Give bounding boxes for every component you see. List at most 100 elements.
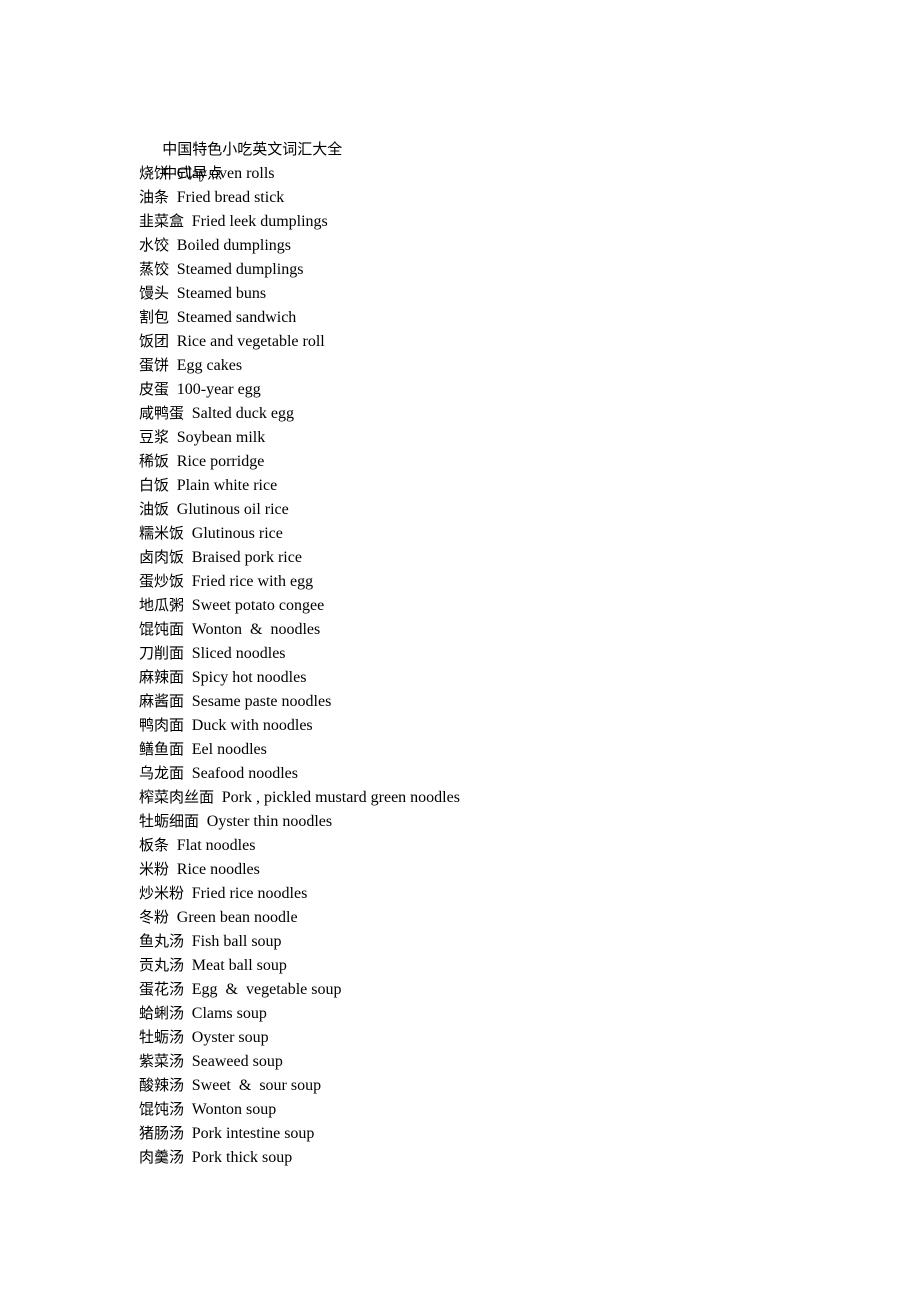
entry-term-chinese: 水饺 [139,236,170,254]
entry-separator [184,933,192,950]
entry-separator [169,357,177,374]
entry-term-chinese: 馄饨面 [139,620,185,638]
glossary-entry: 馄饨面 Wonton & noodles [139,617,920,641]
entry-term-chinese: 蛋炒饭 [139,572,185,590]
entry-separator [184,1053,192,1070]
entry-separator [169,285,177,302]
entry-separator [184,597,192,614]
glossary-entry: 割包 Steamed sandwich [139,305,920,329]
glossary-entry: 麻酱面 Sesame paste noodles [139,689,920,713]
entry-separator [184,741,192,758]
entry-translation-english: Sweet & sour soup [191,1077,322,1094]
entry-translation-english: Oyster soup [191,1029,269,1046]
entry-translation-english: Fried leek dumplings [191,213,328,230]
entry-separator [184,525,192,542]
entry-translation-english: Plain white rice [176,477,278,494]
entry-separator [184,1029,192,1046]
glossary-entry: 白饭 Plain white rice [139,473,920,497]
glossary-entry: 皮蛋 100-year egg [139,377,920,401]
entry-term-chinese: 蒸饺 [139,260,170,278]
glossary-entry: 刀削面 Sliced noodles [139,641,920,665]
entry-separator [184,645,192,662]
glossary-entry: 蛋花汤 Egg & vegetable soup [139,977,920,1001]
entry-term-chinese: 鸭肉面 [139,716,185,734]
entry-separator [184,765,192,782]
entry-term-chinese: 米粉 [139,860,170,878]
glossary-entry: 猪肠汤 Pork intestine soup [139,1121,920,1145]
entry-term-chinese: 割包 [139,308,170,326]
glossary-entry: 水饺 Boiled dumplings [139,233,920,257]
entry-term-chinese: 蛤蜊汤 [139,1004,185,1022]
entry-translation-english: Spicy hot noodles [191,669,307,686]
glossary-entry: 米粉 Rice noodles [139,857,920,881]
glossary-entry: 蛋饼 Egg cakes [139,353,920,377]
entry-translation-english: Pork intestine soup [191,1125,315,1142]
entry-term-chinese: 猪肠汤 [139,1124,185,1142]
entry-separator [184,957,192,974]
glossary-entry: 馒头 Steamed buns [139,281,920,305]
entry-term-chinese: 豆浆 [139,428,170,446]
entry-translation-english: Oyster thin noodles [206,813,333,830]
entry-translation-english: Sliced noodles [191,645,286,662]
entry-term-chinese: 馄饨汤 [139,1100,185,1118]
entry-translation-english: Glutinous oil rice [176,501,289,518]
glossary-entry: 糯米饭 Glutinous rice [139,521,920,545]
entry-term-chinese: 韭菜盒 [139,212,185,230]
entry-term-chinese: 炒米粉 [139,884,185,902]
entry-term-chinese: 饭团 [139,332,170,350]
entry-term-chinese: 地瓜粥 [139,596,185,614]
entry-separator [169,237,177,254]
entry-translation-english: 100-year egg [176,381,261,398]
entry-translation-english: Egg cakes [176,357,243,374]
glossary-entry: 鳝鱼面 Eel noodles [139,737,920,761]
entry-term-chinese: 乌龙面 [139,764,185,782]
entry-term-chinese: 鱼丸汤 [139,932,185,950]
glossary-entry: 馄饨汤 Wonton soup [139,1097,920,1121]
entry-separator [184,405,192,422]
entry-term-chinese: 麻辣面 [139,668,185,686]
glossary-entry: 蛋炒饭 Fried rice with egg [139,569,920,593]
entry-term-chinese: 鳝鱼面 [139,740,185,758]
entry-translation-english: Clay oven rolls [176,165,275,182]
glossary-entry: 鸭肉面 Duck with noodles [139,713,920,737]
entry-translation-english: Rice and vegetable roll [176,333,325,350]
glossary-entry: 榨菜肉丝面 Pork , pickled mustard green noodl… [139,785,920,809]
entry-separator [184,621,192,638]
glossary-entry: 冬粉 Green bean noodle [139,905,920,929]
entry-term-chinese: 麻酱面 [139,692,185,710]
glossary-entry: 鱼丸汤 Fish ball soup [139,929,920,953]
entry-translation-english: Wonton soup [191,1101,277,1118]
entry-separator [184,669,192,686]
entry-term-chinese: 糯米饭 [139,524,185,542]
entry-separator [169,909,177,926]
entry-separator [169,453,177,470]
entry-translation-english: Duck with noodles [191,717,313,734]
entry-translation-english: Green bean noodle [176,909,298,926]
entry-translation-english: Fish ball soup [191,933,282,950]
entry-translation-english: Boiled dumplings [176,237,291,254]
glossary-entry: 乌龙面 Seafood noodles [139,761,920,785]
entry-term-chinese: 板条 [139,836,170,854]
glossary-entry: 油饭 Glutinous oil rice [139,497,920,521]
glossary-entry: 咸鸭蛋 Salted duck egg [139,401,920,425]
entry-separator [169,837,177,854]
entry-separator [199,813,207,830]
entry-translation-english: Fried rice noodles [191,885,308,902]
entry-separator [184,885,192,902]
entry-separator [184,1005,192,1022]
glossary-entry: 稀饭 Rice porridge [139,449,920,473]
entry-translation-english: Fried bread stick [176,189,285,206]
entry-separator [184,573,192,590]
entry-translation-english: Pork thick soup [191,1149,293,1166]
entry-separator [184,717,192,734]
entry-separator [169,861,177,878]
entry-term-chinese: 油饭 [139,500,170,518]
entry-separator [169,189,177,206]
entry-translation-english: Steamed dumplings [176,261,304,278]
entry-term-chinese: 酸辣汤 [139,1076,185,1094]
entry-separator [169,429,177,446]
document-body: 中国特色小吃英文词汇大全 中式早点 烧饼 Clay oven rolls 油条 F… [139,113,920,1169]
document-title: 中国特色小吃英文词汇大全 [139,113,920,158]
entry-translation-english: Braised pork rice [191,549,302,566]
entry-translation-english: Seafood noodles [191,765,298,782]
